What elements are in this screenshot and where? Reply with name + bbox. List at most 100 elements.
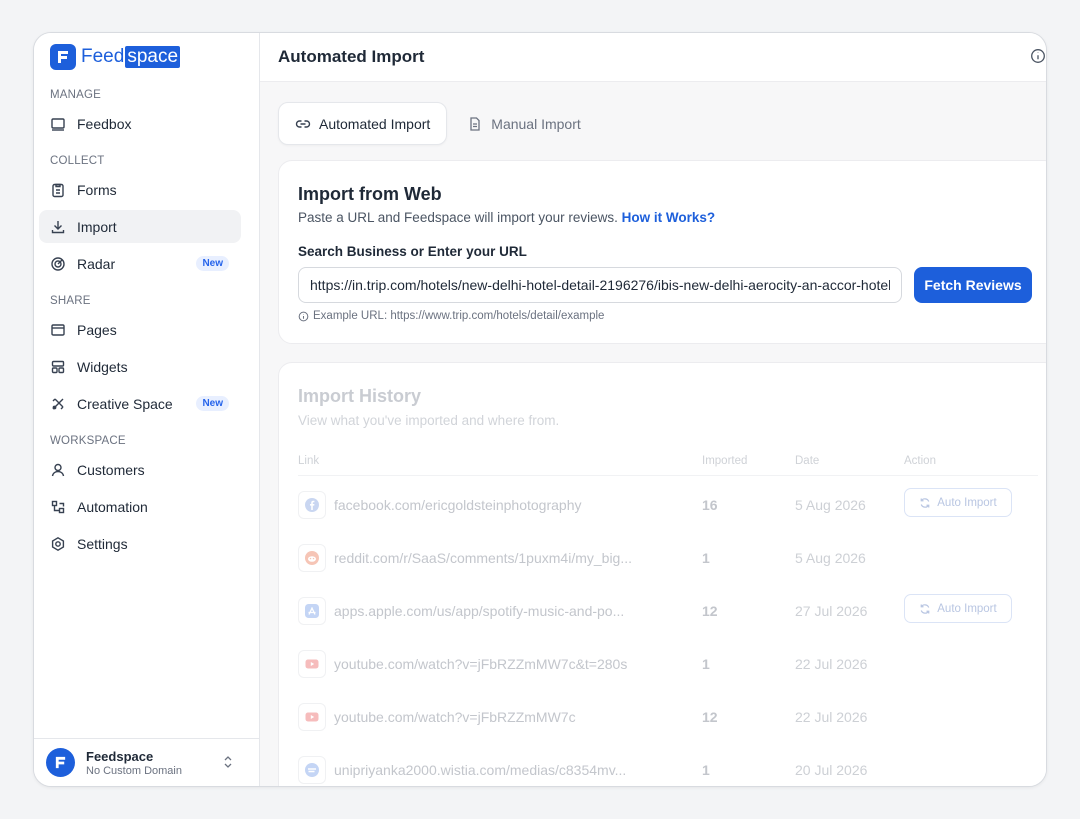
section-workspace: WORKSPACE — [50, 435, 126, 447]
tab-label: Automated Import — [319, 115, 431, 132]
table-row[interactable]: facebook.com/ericgoldsteinphotography 16… — [298, 476, 1038, 529]
sidebar-item-pages[interactable]: Pages — [39, 313, 241, 346]
account-domain: No Custom Domain — [86, 764, 182, 777]
youtube-icon — [298, 703, 326, 731]
sidebar: Feed space MANAGE Feedbox COLLECT Forms I… — [34, 33, 260, 786]
sidebar-item-settings[interactable]: Settings — [39, 527, 241, 560]
palette-icon — [52, 398, 64, 409]
section-manage: MANAGE — [50, 89, 102, 101]
imported-count: 12 — [702, 709, 718, 725]
user-icon — [51, 463, 65, 476]
how-it-works-link[interactable]: How it Works? — [622, 210, 716, 225]
main-content: Automated Import Automated Import Manual… — [260, 33, 1046, 786]
page-title: Automated Import — [278, 47, 425, 66]
sidebar-item-label: Widgets — [77, 358, 128, 375]
imported-count: 12 — [702, 603, 718, 619]
facebook-icon — [298, 491, 326, 519]
inbox-icon — [51, 117, 65, 131]
brand-name: Feed space — [81, 46, 181, 68]
auto-import-button[interactable]: Auto Import — [904, 594, 1012, 623]
feedspace-logo-icon — [50, 44, 76, 70]
sidebar-item-label: Settings — [77, 535, 128, 552]
card-title: Import from Web — [298, 184, 442, 204]
new-badge: New — [196, 396, 229, 411]
table-row[interactable]: youtube.com/watch?v=jFbRZZmMW7c&t=280s 1… — [298, 635, 1038, 688]
table-row[interactable]: apps.apple.com/us/app/spotify-music-and-… — [298, 582, 1038, 635]
account-switcher[interactable]: Feedspace No Custom Domain — [34, 738, 259, 786]
sidebar-item-label: Automation — [77, 498, 148, 515]
gear-icon — [51, 536, 65, 551]
refresh-icon — [920, 603, 930, 614]
info-icon[interactable] — [1030, 48, 1046, 64]
document-icon — [470, 116, 480, 131]
table-row[interactable]: unipriyanka2000.wistia.com/medias/c8354m… — [298, 741, 1038, 786]
import-link[interactable]: apps.apple.com/us/app/spotify-music-and-… — [334, 603, 624, 619]
imported-count: 1 — [702, 550, 710, 566]
sidebar-item-feedbox[interactable]: Feedbox — [39, 107, 241, 140]
import-link[interactable]: unipriyanka2000.wistia.com/medias/c8354m… — [334, 762, 626, 778]
browser-icon — [51, 323, 65, 336]
refresh-icon — [920, 497, 930, 508]
import-date: 27 Jul 2026 — [795, 603, 868, 619]
table-row[interactable]: reddit.com/r/SaaS/comments/1puxm4i/my_bi… — [298, 529, 1038, 582]
reddit-icon — [298, 544, 326, 572]
sidebar-item-forms[interactable]: Forms — [39, 173, 241, 206]
chevron-updown-icon — [224, 756, 232, 768]
sidebar-item-label: Feedbox — [77, 115, 132, 132]
app-store-icon — [298, 597, 326, 625]
sidebar-item-label: Import — [77, 218, 117, 235]
account-name: Feedspace — [86, 748, 154, 764]
section-collect: COLLECT — [50, 155, 105, 167]
link-icon — [295, 119, 311, 128]
import-link[interactable]: youtube.com/watch?v=jFbRZZmMW7c&t=280s — [334, 656, 627, 672]
card-subtitle: View what you've imported and where from… — [298, 413, 560, 428]
url-field-label: Search Business or Enter your URL — [298, 244, 527, 259]
wistia-icon — [298, 756, 326, 784]
imported-count: 1 — [702, 762, 710, 778]
table-row[interactable]: youtube.com/watch?v=jFbRZZmMW7c 12 22 Ju… — [298, 688, 1038, 741]
import-date: 5 Aug 2026 — [795, 550, 866, 566]
import-tabs: Automated Import Manual Import — [278, 102, 601, 145]
import-date: 5 Aug 2026 — [795, 497, 866, 513]
youtube-icon — [298, 650, 326, 678]
section-share: SHARE — [50, 295, 91, 307]
sidebar-item-automation[interactable]: Automation — [39, 490, 241, 523]
sidebar-item-label: Pages — [77, 321, 117, 338]
info-icon — [298, 311, 309, 321]
import-link[interactable]: youtube.com/watch?v=jFbRZZmMW7c — [334, 709, 576, 725]
import-history-card: Import History View what you've imported… — [278, 362, 1046, 786]
layout-icon — [51, 360, 65, 373]
sidebar-item-widgets[interactable]: Widgets — [39, 350, 241, 383]
sidebar-item-import[interactable]: Import — [39, 210, 241, 243]
tab-automated-import[interactable]: Automated Import — [278, 102, 448, 145]
app-window: Feed space MANAGE Feedbox COLLECT Forms I… — [33, 32, 1047, 787]
import-link[interactable]: facebook.com/ericgoldsteinphotography — [334, 497, 582, 513]
imported-count: 16 — [702, 497, 718, 513]
auto-import-button[interactable]: Auto Import — [904, 488, 1012, 517]
import-date: 22 Jul 2026 — [795, 709, 868, 725]
import-date: 20 Jul 2026 — [795, 762, 868, 778]
sidebar-item-creative-space[interactable]: Creative Space New — [39, 387, 241, 420]
fetch-reviews-button[interactable]: Fetch Reviews — [914, 267, 1032, 303]
column-header-link: Link — [298, 455, 320, 467]
new-badge: New — [196, 256, 229, 271]
column-header-imported: Imported — [702, 455, 748, 467]
sidebar-item-radar[interactable]: Radar New — [39, 247, 241, 280]
imported-count: 1 — [702, 656, 710, 672]
tab-manual-import[interactable]: Manual Import — [451, 102, 596, 145]
download-icon — [51, 220, 65, 233]
column-header-date: Date — [795, 455, 820, 467]
avatar — [46, 748, 75, 777]
import-link[interactable]: reddit.com/r/SaaS/comments/1puxm4i/my_bi… — [334, 550, 632, 566]
import-from-web-card: Import from Web Paste a URL and Feedspac… — [278, 160, 1046, 344]
sidebar-item-label: Creative Space — [77, 395, 173, 412]
brand-logo[interactable]: Feed space — [50, 44, 181, 70]
card-subtitle: Paste a URL and Feedspace will import yo… — [298, 210, 716, 225]
tab-label: Manual Import — [491, 115, 581, 132]
example-url-hint: Example URL: https://www.trip.com/hotels… — [298, 310, 604, 322]
sidebar-item-label: Customers — [77, 461, 145, 478]
sidebar-item-label: Radar — [77, 255, 116, 272]
sidebar-item-customers[interactable]: Customers — [39, 453, 241, 486]
import-date: 22 Jul 2026 — [795, 656, 868, 672]
url-input[interactable] — [298, 267, 902, 303]
